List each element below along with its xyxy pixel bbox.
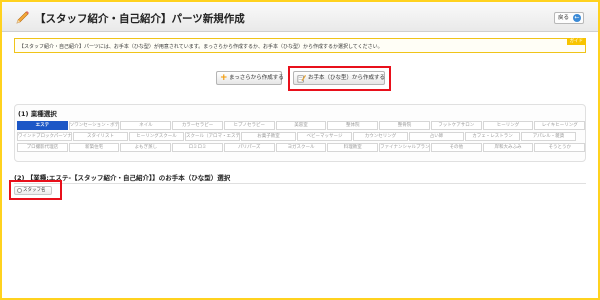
industry-option[interactable]: プロ撮影代理店 [17,143,68,152]
industry-option[interactable]: ファイナンシャルプランナー [379,143,430,152]
industry-option[interactable]: お菓子教室 [241,132,296,141]
highlight-staff-option [9,180,62,200]
industry-option[interactable]: フットケアサロン [430,121,482,130]
industry-option[interactable]: ヨガスクール [275,143,327,152]
industry-option[interactable]: 美容室 [275,121,327,130]
divider [14,183,586,184]
industry-option[interactable]: アパレル・雑貨 [521,132,576,141]
info-text: 【スタッフ紹介・自己紹介】パーツには、お手本（ひな型）が用意されています。まっさ… [19,44,383,50]
create-from-scratch-button[interactable]: + まっさらから作成する [216,71,284,85]
industry-option[interactable]: パリパーズ [223,143,275,152]
industry-option[interactable]: その他 [430,143,482,152]
industry-option[interactable]: カウンセリング [353,132,408,141]
industry-option[interactable]: よもぎ蒸し [120,143,172,152]
industry-option[interactable]: レイキヒーリング [534,121,586,130]
industry-option[interactable]: カフェ・レストラン [465,132,520,141]
info-box: 【スタッフ紹介・自己紹介】パーツには、お手本（ひな型）が用意されています。まっさ… [14,38,586,53]
industry-option[interactable]: ワインドブロックパーソナ [17,132,72,141]
industry-option[interactable]: 占い師 [409,132,464,141]
industry-row: エステ ソワンセーション・ボディケア ネイル カラーセラピー ヒプノセラピー 美… [17,121,586,130]
industry-option[interactable]: 岸和大みふみ [482,143,534,152]
industry-option[interactable]: エステ [17,121,68,130]
industry-option[interactable]: スタイリスト [73,132,128,141]
highlight-template-button [288,66,391,91]
industry-option[interactable]: 整体院 [327,121,379,130]
title-bar: 【スタッフ紹介・自己紹介】パーツ新規作成 戻る ← [2,2,598,32]
pencil-icon [16,11,29,24]
industry-option[interactable]: 料理教室 [327,143,379,152]
back-label: 戻る [558,15,570,21]
page-title: 【スタッフ紹介・自己紹介】パーツ新規作成 [35,13,245,25]
industry-option[interactable]: ヒーリング [482,121,534,130]
plus-icon: + [220,73,228,83]
industry-option[interactable]: ロミロミ [172,143,223,152]
back-button[interactable]: 戻る ← [554,12,584,24]
create-from-scratch-label: まっさらから作成する [229,75,284,81]
back-arrow-icon: ← [573,14,581,22]
industry-option[interactable]: カラーセラピー [172,121,223,130]
industry-section-title: (1) 業種選択 [18,110,57,118]
industry-option[interactable]: ソワンセーション・ボディケア [68,121,120,130]
industry-row: プロ撮影代理店 新築住宅 よもぎ蒸し ロミロミ パリパーズ ヨガスクール 料理教… [17,143,586,152]
industry-option[interactable]: ヒプノセラピー [223,121,275,130]
industry-grid: エステ ソワンセーション・ボディケア ネイル カラーセラピー ヒプノセラピー 美… [17,121,586,154]
guide-tag[interactable]: ガイド [566,38,586,45]
industry-row: ワインドブロックパーソナ スタイリスト ヒーリングスクール スクール（アロマ・エ… [17,132,585,141]
industry-option[interactable]: ネイル [120,121,172,130]
industry-option[interactable]: ヒーリングスクール [129,132,184,141]
industry-option[interactable]: スクール（アロマ・エステ・カラー等） [185,132,240,141]
industry-option[interactable]: 整骨院 [379,121,430,130]
industry-option[interactable]: そうとうか [534,143,586,152]
industry-option[interactable]: 新築住宅 [68,143,120,152]
industry-option[interactable]: ベビーマッサージ [297,132,352,141]
